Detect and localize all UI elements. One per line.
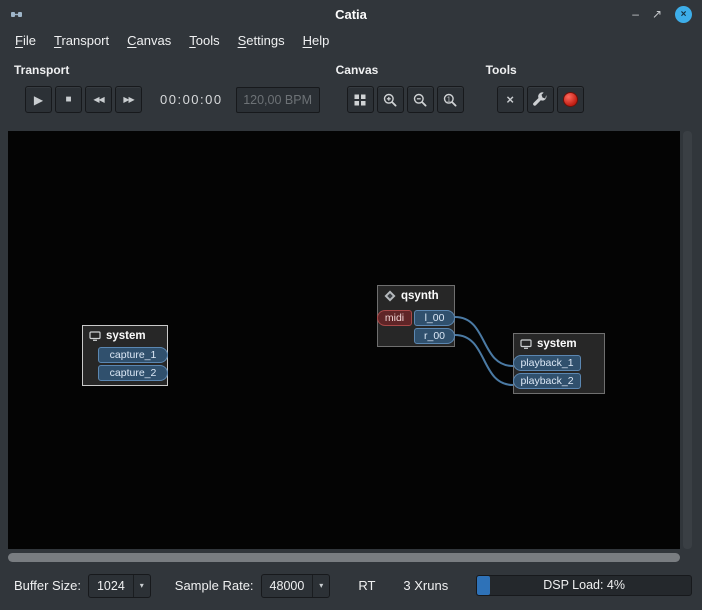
port-capture-1[interactable]: capture_1 [98,347,168,363]
wire-l00-playback1 [455,317,513,366]
box-system-playback[interactable]: system playback_1 playback_2 [513,333,605,394]
port-l00[interactable]: l_00 [414,310,455,326]
stop-button[interactable]: ■ [55,86,82,113]
jack-stop-button[interactable] [557,86,584,113]
transport-time-display: 00:00:00 [160,92,223,107]
buffer-size-select[interactable]: 1024 ▾ [88,574,151,598]
zoom-100-icon: 1 [442,92,458,108]
port-playback-1[interactable]: playback_1 [513,355,581,371]
sample-rate-label: Sample Rate: [175,578,254,593]
chevron-down-icon: ▾ [312,575,329,597]
sample-rate-select[interactable]: 48000 ▾ [261,574,331,598]
vertical-scrollbar[interactable] [680,131,694,549]
box-system-capture[interactable]: system capture_1 capture_2 [82,325,168,386]
box-title: system [537,338,577,350]
forward-button[interactable]: ▶▶ [115,86,142,113]
menu-help[interactable]: Help [294,30,339,51]
window-title: Catia [0,7,702,22]
zoom-in-button[interactable] [377,86,404,113]
horizontal-scrollbar-handle[interactable] [8,553,680,562]
app-icon [10,7,24,21]
menu-tools[interactable]: Tools [180,30,228,51]
minimize-button[interactable]: – [632,8,639,20]
dsp-load-progressbar: DSP Load: 4% [476,575,692,596]
chevron-down-icon: ▾ [133,575,150,597]
canvas-section-label: Canvas [336,63,464,77]
play-icon: ▶ [34,93,43,107]
port-r00[interactable]: r_00 [414,328,455,344]
clear-xruns-button[interactable]: × [497,86,524,113]
vertical-scrollbar-handle[interactable] [683,131,692,549]
zoom-100-button[interactable]: 1 [437,86,464,113]
titlebar: Catia – ↗ × [0,0,702,28]
svg-text:1: 1 [447,96,451,103]
stop-icon: ■ [65,94,71,105]
menu-settings[interactable]: Settings [229,30,294,51]
patchbay-canvas[interactable]: system capture_1 capture_2 qsynth midi l… [8,131,680,549]
catia-window: Catia – ↗ × File Transport Canvas Tools … [0,0,702,610]
box-header[interactable]: qsynth [378,286,454,305]
horizontal-scrollbar[interactable] [8,553,680,562]
menu-canvas[interactable]: Canvas [118,30,180,51]
bpm-display: 120,00 BPM [236,87,320,113]
clear-xruns-icon: × [506,93,514,106]
arrange-button[interactable] [347,86,374,113]
port-capture-2[interactable]: capture_2 [98,365,168,381]
zoom-in-icon [382,92,398,108]
application-icon [384,290,396,302]
canvas-area: system capture_1 capture_2 qsynth midi l… [8,131,694,549]
menu-file[interactable]: File [6,30,45,51]
play-button[interactable]: ▶ [25,86,52,113]
port-midi[interactable]: midi [377,310,412,326]
box-title: qsynth [401,290,439,302]
rewind-icon: ◀◀ [93,95,103,104]
zoom-out-button[interactable] [407,86,434,113]
sample-rate-value: 48000 [262,579,313,593]
maximize-button[interactable]: ↗ [652,8,662,20]
close-button[interactable]: × [675,6,692,23]
buffer-size-label: Buffer Size: [14,578,81,593]
buffer-size-value: 1024 [89,579,133,593]
configure-button[interactable] [527,86,554,113]
wire-r00-playback2 [455,335,513,385]
red-circle-icon [563,92,578,107]
hardware-icon [89,330,101,342]
transport-section-label: Transport [14,63,320,77]
grid-icon [352,92,368,108]
box-title: system [106,330,146,342]
xruns-counter: 3 Xruns [403,578,448,593]
box-header[interactable]: system [83,326,167,345]
box-header[interactable]: system [514,334,604,353]
transport-section: Transport ▶ ■ ◀◀ ▶▶ 00:00:00 120,00 BPM [14,63,320,113]
port-playback-2[interactable]: playback_2 [513,373,581,389]
zoom-out-icon [412,92,428,108]
box-qsynth[interactable]: qsynth midi l_00 r_00 [377,285,455,347]
tools-section-label: Tools [486,63,584,77]
menubar: File Transport Canvas Tools Settings Hel… [0,28,702,53]
window-controls: – ↗ × [632,6,692,23]
statusbar: Buffer Size: 1024 ▾ Sample Rate: 48000 ▾… [0,562,702,609]
rewind-button[interactable]: ◀◀ [85,86,112,113]
wrench-icon [532,92,548,108]
hardware-icon [520,338,532,350]
forward-icon: ▶▶ [123,95,133,104]
canvas-section: Canvas 1 [336,63,464,113]
dsp-load-text: DSP Load: 4% [477,576,691,595]
realtime-badge: RT [358,578,375,593]
menu-transport[interactable]: Transport [45,30,118,51]
tools-section: Tools × [486,63,584,113]
toolbar: Transport ▶ ■ ◀◀ ▶▶ 00:00:00 120,00 BPM … [0,53,702,123]
